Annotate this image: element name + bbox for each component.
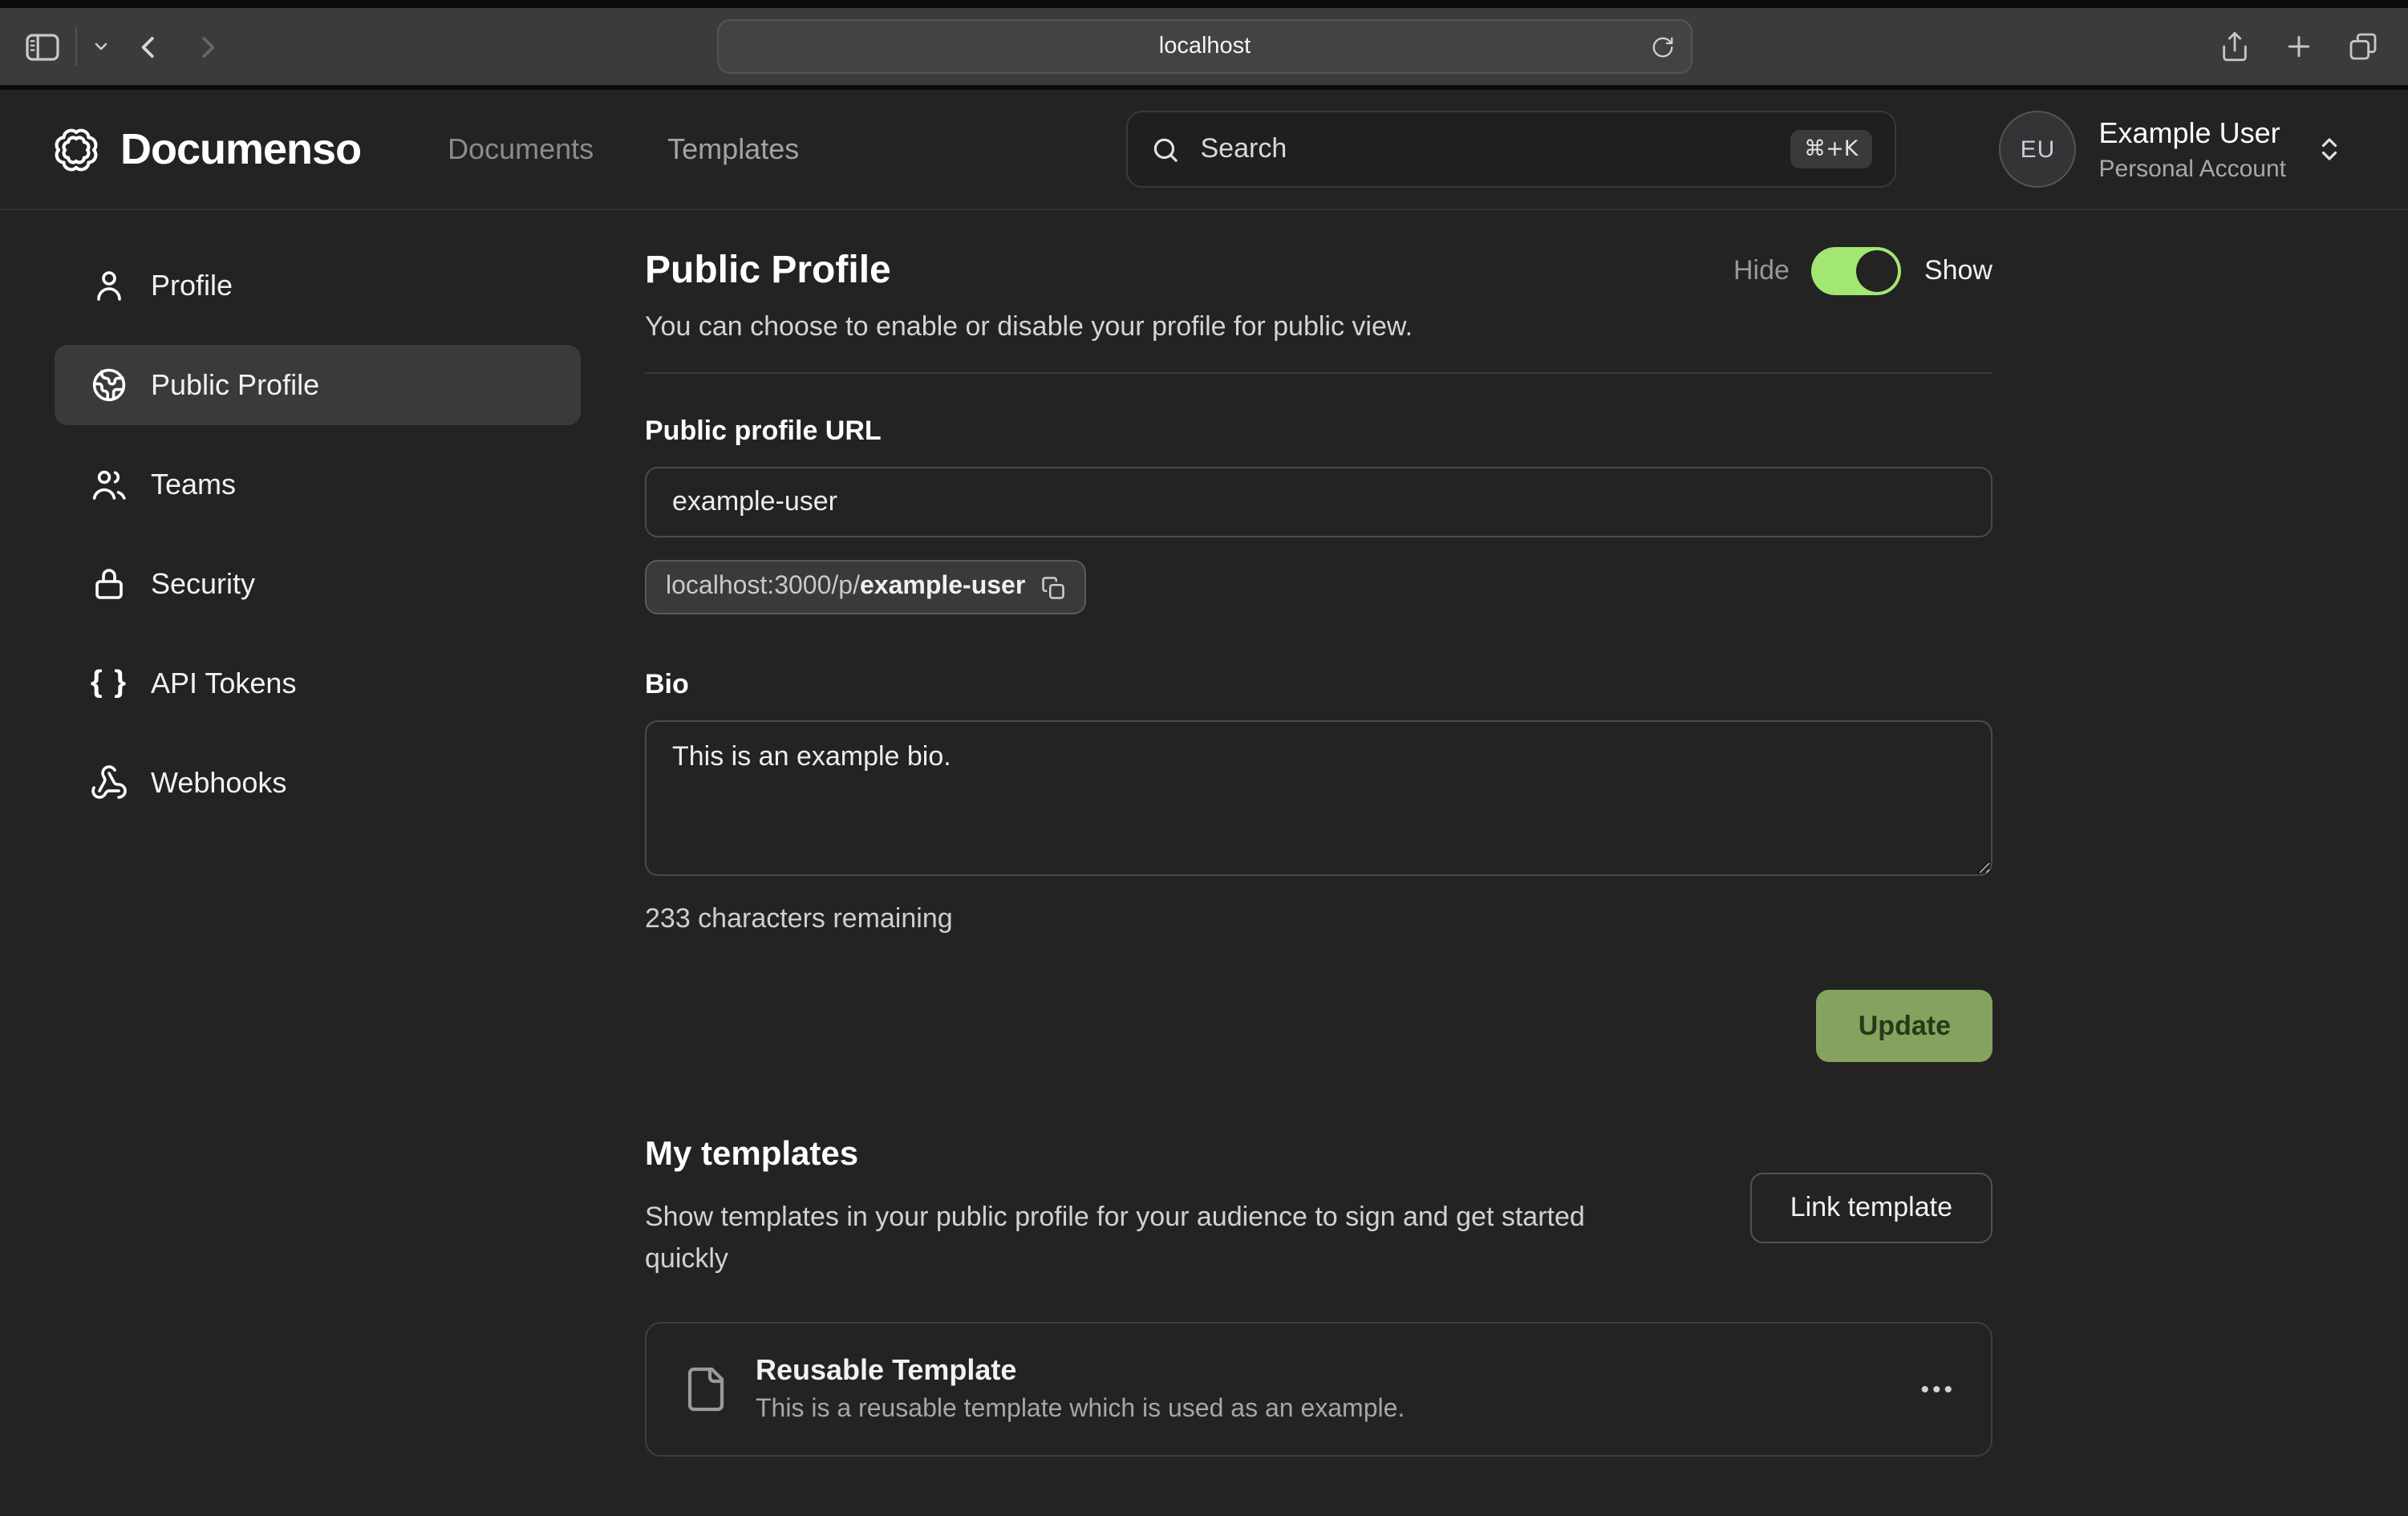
top-nav: Documents Templates <box>448 132 799 166</box>
new-tab-icon[interactable] <box>2283 30 2315 63</box>
toggle-hide-label: Hide <box>1733 255 1790 287</box>
forward-button-icon[interactable] <box>193 31 223 62</box>
template-actions-ellipsis[interactable]: ••• <box>1920 1376 1956 1403</box>
page-subtitle: You can choose to enable or disable your… <box>645 311 1992 343</box>
window-top-edge <box>0 0 2408 8</box>
braces-icon: { } <box>90 666 128 701</box>
template-name: Reusable Template <box>756 1354 1405 1388</box>
avatar: EU <box>2000 111 2077 188</box>
global-search[interactable]: ⌘+K <box>1127 111 1897 188</box>
sidebar-item-public-profile[interactable]: Public Profile <box>55 345 581 425</box>
profile-url-preview-chip[interactable]: localhost:3000/p/example-user <box>645 560 1086 614</box>
template-description: This is a reusable template which is use… <box>756 1396 1405 1425</box>
user-icon <box>90 266 128 305</box>
my-templates-title: My templates <box>645 1136 1672 1174</box>
share-icon[interactable] <box>2219 30 2251 63</box>
search-shortcut-badge: ⌘+K <box>1790 130 1872 168</box>
page-title: Public Profile <box>645 249 891 294</box>
back-button-icon[interactable] <box>133 31 164 62</box>
visibility-toggle-group: Hide Show <box>1733 247 1992 295</box>
documenso-logo-icon <box>51 124 101 174</box>
bio-field-label: Bio <box>645 669 1992 701</box>
app-window: localhost <box>0 0 2408 1516</box>
address-bar-url: localhost <box>1159 34 1251 59</box>
toggle-knob <box>1857 250 1899 292</box>
user-name: Example User <box>2099 116 2287 150</box>
sidebar-item-label: Teams <box>151 468 236 501</box>
templates-header-text: My templates Show templates in your publ… <box>645 1136 1672 1280</box>
sidebar-item-label: Profile <box>151 269 233 302</box>
sidebar-item-label: API Tokens <box>151 667 296 700</box>
webhook-icon <box>90 764 128 802</box>
link-template-button[interactable]: Link template <box>1750 1173 1992 1243</box>
characters-remaining: 233 characters remaining <box>645 903 1992 935</box>
public-profile-url-input[interactable] <box>645 467 1992 537</box>
settings-sidebar: Profile Public Profile Teams S <box>55 245 581 842</box>
sidebar-toggle-icon[interactable] <box>26 33 59 60</box>
tab-overview-icon[interactable] <box>2347 30 2379 63</box>
sidebar-item-webhooks[interactable]: Webhooks <box>55 743 581 823</box>
search-input[interactable] <box>1201 133 1790 165</box>
user-meta: Example User Personal Account <box>2099 116 2287 182</box>
sidebar-item-label: Security <box>151 567 255 601</box>
user-account-type: Personal Account <box>2099 155 2287 182</box>
brand[interactable]: Documenso <box>51 124 361 174</box>
sidebar-item-security[interactable]: Security <box>55 544 581 624</box>
users-icon <box>90 465 128 504</box>
profile-url-prefix: localhost:3000/p/example-user <box>666 573 1025 602</box>
toggle-show-label: Show <box>1924 255 1992 287</box>
file-icon <box>682 1365 730 1413</box>
nav-documents[interactable]: Documents <box>448 132 594 166</box>
sidebar-item-api-tokens[interactable]: { } API Tokens <box>55 643 581 724</box>
my-templates-description: Show templates in your public profile fo… <box>645 1197 1672 1280</box>
template-meta: Reusable Template This is a reusable tem… <box>756 1354 1405 1425</box>
lock-icon <box>90 565 128 603</box>
update-button[interactable]: Update <box>1817 990 1992 1062</box>
search-icon <box>1151 134 1182 164</box>
main-content: Public Profile Hide Show You can choose … <box>645 241 1992 1457</box>
globe-icon <box>90 366 128 404</box>
nav-templates[interactable]: Templates <box>667 132 799 166</box>
bio-textarea[interactable]: This is an example bio. <box>645 720 1992 876</box>
browser-toolbar: localhost <box>0 8 2408 85</box>
url-field-label: Public profile URL <box>645 415 1992 448</box>
address-bar[interactable]: localhost <box>717 19 1692 74</box>
sidebar-item-label: Webhooks <box>151 766 286 800</box>
reload-icon[interactable] <box>1651 35 1675 59</box>
copy-icon[interactable] <box>1041 575 1065 599</box>
sidebar-item-label: Public Profile <box>151 368 319 402</box>
sidebar-item-profile[interactable]: Profile <box>55 245 581 326</box>
visibility-toggle[interactable] <box>1812 247 1902 295</box>
account-menu[interactable]: EU Example User Personal Account <box>2000 111 2345 188</box>
sidebar-menu-chevron-icon[interactable] <box>91 37 111 56</box>
sidebar-item-teams[interactable]: Teams <box>55 444 581 525</box>
template-row: Reusable Template This is a reusable tem… <box>645 1322 1992 1457</box>
chevrons-up-down-icon[interactable] <box>2315 135 2344 164</box>
toolbar-divider <box>75 27 77 66</box>
brand-name: Documenso <box>120 124 361 174</box>
app-header: Documenso Documents Templates ⌘+K EU Exa… <box>0 90 2408 210</box>
avatar-initials: EU <box>2021 136 2056 163</box>
section-divider <box>645 372 1992 374</box>
